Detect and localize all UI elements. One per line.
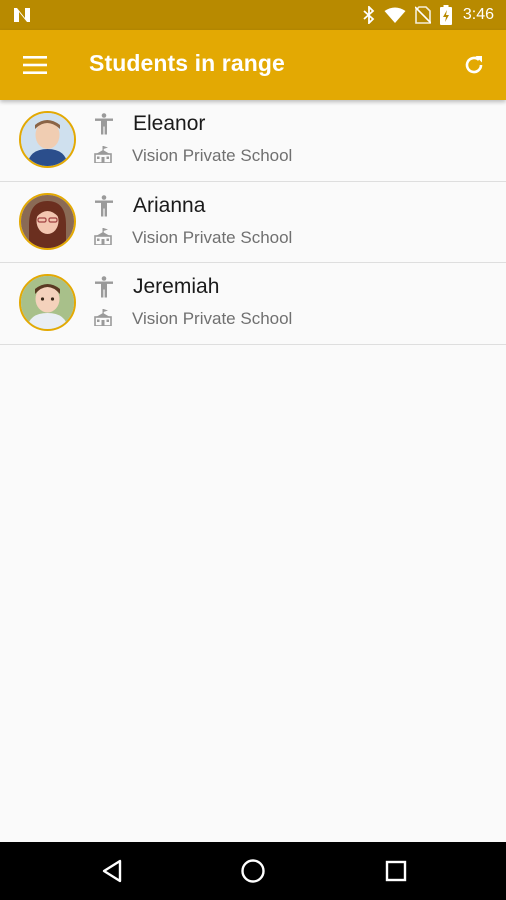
app-bar: Students in range <box>0 30 506 100</box>
student-list: Eleanor Vision Private School Arianna Vi… <box>0 100 506 345</box>
school-icon <box>94 309 112 326</box>
school-icon <box>94 227 112 245</box>
refresh-button[interactable] <box>450 41 498 89</box>
back-button[interactable] <box>90 850 134 892</box>
person-icon <box>95 276 113 298</box>
student-school: Vision Private School <box>132 309 293 328</box>
person-icon <box>95 194 113 216</box>
recents-square-icon <box>385 860 407 882</box>
refresh-icon <box>465 56 483 74</box>
student-name: Eleanor <box>133 112 206 135</box>
status-bar: 3:46 <box>0 0 506 30</box>
status-icons: 3:46 <box>363 0 494 30</box>
student-school: Vision Private School <box>132 146 293 165</box>
home-button[interactable] <box>231 850 275 892</box>
navigation-bar <box>0 842 506 900</box>
student-row-arianna[interactable]: Arianna Vision Private School <box>0 181 506 263</box>
student-row-eleanor[interactable]: Eleanor Vision Private School <box>0 100 506 182</box>
bluetooth-icon <box>363 6 375 24</box>
student-name: Arianna <box>133 193 206 217</box>
avatar <box>19 111 76 168</box>
person-icon <box>95 113 113 135</box>
avatar <box>19 192 76 250</box>
hamburger-menu-icon <box>23 56 47 74</box>
student-name: Jeremiah <box>133 275 220 298</box>
home-circle-icon <box>241 859 265 883</box>
status-time: 3:46 <box>462 6 494 23</box>
school-icon <box>94 146 112 163</box>
recents-button[interactable] <box>374 850 418 892</box>
n-notification-icon <box>14 8 30 22</box>
menu-button[interactable] <box>13 41 57 89</box>
student-school: Vision Private School <box>132 227 293 247</box>
page-title: Students in range <box>89 50 285 76</box>
no-sim-icon <box>414 6 431 24</box>
back-triangle-icon <box>102 859 122 883</box>
avatar <box>19 274 76 331</box>
student-row-jeremiah[interactable]: Jeremiah Vision Private School <box>0 263 506 345</box>
battery-charging-icon <box>439 5 452 25</box>
wifi-icon <box>384 7 406 23</box>
